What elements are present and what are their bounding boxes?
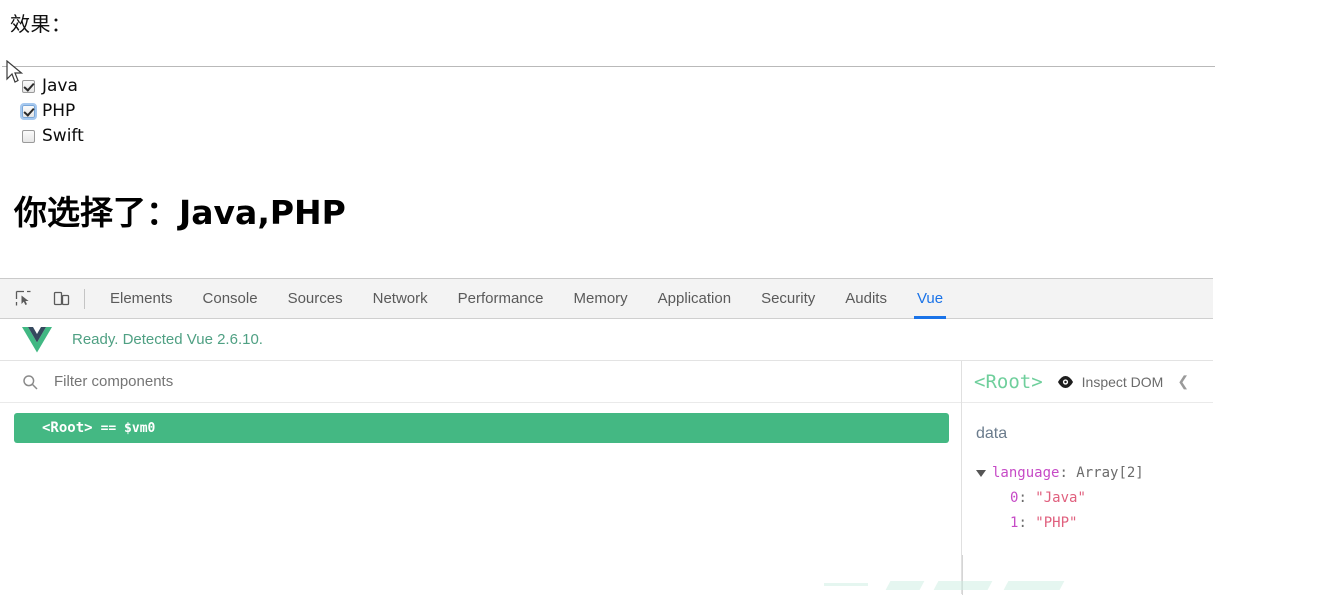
tab-vue[interactable]: Vue <box>902 279 958 319</box>
vue-devtools-body: <Root> == $vm0 <Root> Inspect DOM ❮ <box>0 361 1213 594</box>
data-value: "PHP" <box>1035 515 1078 531</box>
data-section-title: data <box>976 425 1008 442</box>
tab-security[interactable]: Security <box>746 279 830 319</box>
inspect-dom-button[interactable]: Inspect DOM <box>1057 373 1164 390</box>
devtools-toolbar: Elements Console Sources Network Perform… <box>0 278 1213 319</box>
chevron-down-icon[interactable] <box>976 469 986 477</box>
inspect-dom-label: Inspect DOM <box>1081 373 1164 390</box>
tab-performance[interactable]: Performance <box>443 279 559 319</box>
component-inspector-pane: <Root> Inspect DOM ❮ data language: Arra… <box>962 361 1213 594</box>
horizontal-divider <box>2 66 1215 67</box>
component-vm-ref: == $vm0 <box>100 420 156 436</box>
checkbox-label-java: Java <box>42 75 78 96</box>
vue-status-bar: Ready. Detected Vue 2.6.10. <box>0 319 1213 361</box>
data-value: "Java" <box>1035 490 1086 506</box>
vue-logo-icon <box>22 326 52 352</box>
tab-application[interactable]: Application <box>643 279 746 319</box>
data-separator: : <box>1018 515 1036 531</box>
data-key: language <box>992 465 1060 481</box>
data-row-language[interactable]: language: Array[2] <box>976 461 1213 486</box>
language-checkbox-group[interactable]: Java PHP Swift <box>20 75 84 150</box>
checkbox-label-swift: Swift <box>42 125 84 146</box>
devtools-panel: Elements Console Sources Network Perform… <box>0 278 1213 595</box>
checkbox-php[interactable] <box>20 102 37 120</box>
component-tree-row-root[interactable]: <Root> == $vm0 <box>14 413 949 443</box>
eye-icon <box>1057 375 1073 388</box>
component-tree[interactable]: <Root> == $vm0 <box>0 403 961 443</box>
vue-status-text: Ready. Detected Vue 2.6.10. <box>72 331 263 348</box>
data-row-language-0[interactable]: 0: "Java" <box>976 486 1213 511</box>
data-separator: : <box>1059 465 1077 481</box>
data-value: Array[2] <box>1076 465 1144 481</box>
device-toolbar-icon[interactable] <box>46 284 76 314</box>
tab-network[interactable]: Network <box>358 279 443 319</box>
checkbox-row-java[interactable]: Java <box>22 75 84 97</box>
tab-elements[interactable]: Elements <box>95 279 188 319</box>
inspector-component-title: <Root> <box>974 370 1043 393</box>
toolbar-separator <box>84 288 85 309</box>
page-title: 效果： <box>10 12 72 36</box>
inspector-header: <Root> Inspect DOM ❮ <box>962 361 1213 403</box>
selection-result-heading: 你选择了：Java,PHP <box>14 193 346 232</box>
checkbox-java[interactable] <box>22 79 35 93</box>
tab-memory[interactable]: Memory <box>559 279 643 319</box>
search-icon <box>23 374 38 390</box>
more-icon[interactable]: ❮ <box>1177 373 1189 390</box>
filter-components-input[interactable] <box>52 372 556 391</box>
data-row-language-1[interactable]: 1: "PHP" <box>976 511 1213 536</box>
component-name: <Root> <box>42 420 93 436</box>
tab-audits[interactable]: Audits <box>830 279 902 319</box>
data-section: data language: Array[2] 0: "Java" 1: "PH… <box>962 403 1213 536</box>
filter-row[interactable] <box>0 361 961 403</box>
inspect-element-icon[interactable] <box>8 284 38 314</box>
checkbox-label-php: PHP <box>42 100 76 121</box>
page-preview-area: 效果： Java PHP Swift 你选择了：Java,PHP <box>0 0 1335 270</box>
checkbox-swift[interactable] <box>22 129 35 143</box>
component-tree-pane: <Root> == $vm0 <box>0 361 962 594</box>
tab-console[interactable]: Console <box>188 279 273 319</box>
tab-sources[interactable]: Sources <box>273 279 358 319</box>
vertical-divider <box>962 555 963 595</box>
data-separator: : <box>1018 490 1036 506</box>
checkbox-row-swift[interactable]: Swift <box>22 125 84 147</box>
checkbox-row-php[interactable]: PHP <box>20 100 84 122</box>
